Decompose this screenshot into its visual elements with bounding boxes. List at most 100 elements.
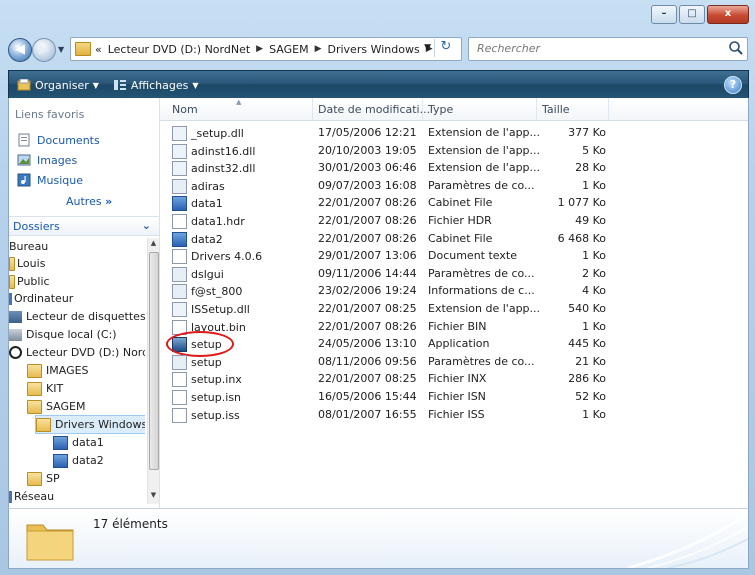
search-input[interactable]: Rechercher <box>468 37 748 61</box>
refresh-icon[interactable]: ↻ <box>434 39 457 57</box>
file-name-text: Drivers 4.0.6 <box>191 250 263 264</box>
column-date[interactable]: Date de modificati... <box>318 103 430 116</box>
column-name[interactable]: Nom <box>172 103 198 116</box>
file-row[interactable]: _setup.dll 17/05/2006 12:21 Extension de l… <box>160 124 748 141</box>
folder-icon <box>27 363 42 378</box>
folders-header[interactable]: Dossiers ⌄ <box>9 216 159 236</box>
history-dropdown-icon[interactable]: ▼ <box>58 45 64 54</box>
file-size: 377 Ko <box>568 126 606 139</box>
tree-item-data1[interactable]: data1 <box>53 434 104 451</box>
file-row[interactable]: setup 24/05/2006 13:10 Application 445 Ko <box>160 331 748 358</box>
chevron-right-icon[interactable]: ▶ <box>315 44 322 54</box>
file-name: dslgui <box>172 266 224 282</box>
folder-icon <box>26 524 74 561</box>
back-button[interactable]: ◀ <box>8 38 32 62</box>
file-type: Cabinet File <box>428 231 493 245</box>
tree-item-drivers-windows[interactable]: Drivers Windows <box>35 415 145 434</box>
file-name: adiras <box>172 178 225 194</box>
file-row[interactable]: data2 22/01/2007 08:26 Cabinet File 6 468 K… <box>160 230 748 247</box>
tree-label: Lecteur de disquettes ( <box>26 310 145 323</box>
file-row[interactable]: setup.isn 16/05/2006 15:44 Fichier ISN 52 K… <box>160 388 748 405</box>
favorite-label: Images <box>37 153 78 167</box>
tree-label: KIT <box>46 382 64 395</box>
column-divider[interactable] <box>422 98 423 120</box>
file-row[interactable]: ISSetup.dll 22/01/2007 08:25 Extension de … <box>160 300 748 317</box>
breadcrumb-sagem[interactable]: SAGEM <box>269 43 308 56</box>
column-divider[interactable] <box>608 98 609 120</box>
scroll-down-icon[interactable]: ▼ <box>148 491 159 503</box>
folders-label: Dossiers <box>13 220 60 233</box>
maximize-button[interactable]: □ <box>679 5 705 24</box>
address-bar[interactable]: « Lecteur DVD (D:) NordNet ▶ SAGEM ▶ Dri… <box>70 37 462 61</box>
search-placeholder: Rechercher <box>477 42 541 55</box>
breadcrumb-dvd[interactable]: Lecteur DVD (D:) NordNet <box>108 43 250 56</box>
file-row[interactable]: setup.inx 22/01/2007 08:25 Fichier INX 286 … <box>160 370 748 388</box>
details-pane: 17 éléments <box>8 508 749 569</box>
images-icon <box>17 154 31 166</box>
column-size[interactable]: Taille <box>542 103 570 116</box>
favorite-music[interactable]: Musique <box>17 173 83 187</box>
tree-item-disk-c[interactable]: Disque local (C:) <box>9 326 117 343</box>
tree-item-images[interactable]: IMAGES <box>27 362 89 379</box>
minimize-button[interactable]: – <box>651 5 677 24</box>
file-row[interactable]: layout.bin 22/01/2007 08:26 Fichier BIN 1 K… <box>160 318 748 335</box>
tree-label: IMAGES <box>46 364 89 377</box>
tree-item-floppy[interactable]: Lecteur de disquettes ( <box>9 308 145 325</box>
navigation-bar: ◀ ▶ ▼ « Lecteur DVD (D:) NordNet ▶ SAGEM… <box>8 36 748 64</box>
document-icon <box>172 214 187 229</box>
tree-item-reseau[interactable]: Réseau <box>9 488 54 504</box>
chevron-down-icon: ▼ <box>92 80 99 90</box>
breadcrumb-overflow[interactable]: « <box>95 43 102 56</box>
tree-item-public[interactable]: Public <box>9 273 50 290</box>
column-type[interactable]: Type <box>428 103 453 116</box>
file-size: 1 077 Ko <box>557 196 606 210</box>
views-button[interactable]: Affichages ▼ <box>113 79 198 92</box>
file-row[interactable]: setup 08/11/2006 09:56 Paramètres de co...… <box>160 353 748 370</box>
forward-button[interactable]: ▶ <box>32 38 56 62</box>
tree-item-louis[interactable]: Louis <box>9 255 45 272</box>
tree-scrollbar[interactable]: ▲ ▼ <box>147 238 159 504</box>
chevron-right-icon[interactable]: ▶ <box>256 44 263 54</box>
close-button[interactable]: x <box>707 5 749 24</box>
help-icon[interactable]: ? <box>724 76 742 94</box>
file-row[interactable]: setup.iss 08/01/2007 16:55 Fichier ISS 1 Ko <box>160 406 748 423</box>
document-icon <box>172 372 187 388</box>
tree-item-ordinateur[interactable]: Ordinateur <box>9 290 73 307</box>
scroll-thumb[interactable] <box>149 252 159 470</box>
tree-item-bureau[interactable]: Bureau <box>9 238 48 255</box>
tree-item-sp[interactable]: SP <box>27 470 60 487</box>
dll-file-icon <box>172 126 187 141</box>
tree-item-data2[interactable]: data2 <box>53 452 104 469</box>
file-row[interactable]: data1 22/01/2007 08:26 Cabinet File 1 077 K… <box>160 194 748 212</box>
favorite-documents[interactable]: Documents <box>17 133 100 147</box>
more-links[interactable]: Autres » <box>66 195 112 208</box>
favorite-label: Documents <box>37 133 100 147</box>
file-row[interactable]: dslgui 09/11/2006 14:44 Paramètres de co..… <box>160 265 748 282</box>
file-row[interactable]: data1.hdr 22/01/2007 08:26 Fichier HDR 49 K… <box>160 212 748 229</box>
tree-item-kit[interactable]: KIT <box>27 380 63 397</box>
file-name: adinst16.dll <box>172 143 255 159</box>
file-type: Fichier HDR <box>428 214 492 227</box>
tree-item-dvd[interactable]: Lecteur DVD (D:) Nord <box>9 344 145 361</box>
file-row[interactable]: adiras 09/07/2003 16:08 Paramètres de co..… <box>160 177 748 194</box>
file-name-text: setup <box>191 355 222 369</box>
file-row[interactable]: Drivers 4.0.6 29/01/2007 13:06 Document te… <box>160 247 748 265</box>
column-divider[interactable] <box>312 98 313 120</box>
file-row[interactable]: adinst32.dll 30/01/2003 06:46 Extension de… <box>160 159 748 177</box>
file-name-text: adiras <box>191 179 225 193</box>
file-type: Fichier ISS <box>428 407 485 421</box>
file-name: data1 <box>172 196 223 212</box>
organize-button[interactable]: Organiser ▼ <box>17 79 99 92</box>
file-row[interactable]: f@st_800 23/02/2006 19:24 Informations de … <box>160 282 748 300</box>
column-divider[interactable] <box>536 98 537 120</box>
file-name-text: f@st_800 <box>191 285 243 299</box>
breadcrumb-drivers[interactable]: Drivers Windows <box>328 43 420 56</box>
tree-item-sagem[interactable]: SAGEM <box>27 398 85 415</box>
search-icon[interactable] <box>728 40 744 56</box>
favorite-images[interactable]: Images <box>17 153 77 167</box>
file-date: 24/05/2006 13:10 <box>318 337 417 351</box>
scroll-up-icon[interactable]: ▲ <box>148 239 159 251</box>
file-type: Document texte <box>428 249 517 263</box>
file-row[interactable]: adinst16.dll 20/10/2003 19:05 Extension de… <box>160 142 748 159</box>
address-dropdown-icon[interactable]: ▼ <box>424 43 431 53</box>
